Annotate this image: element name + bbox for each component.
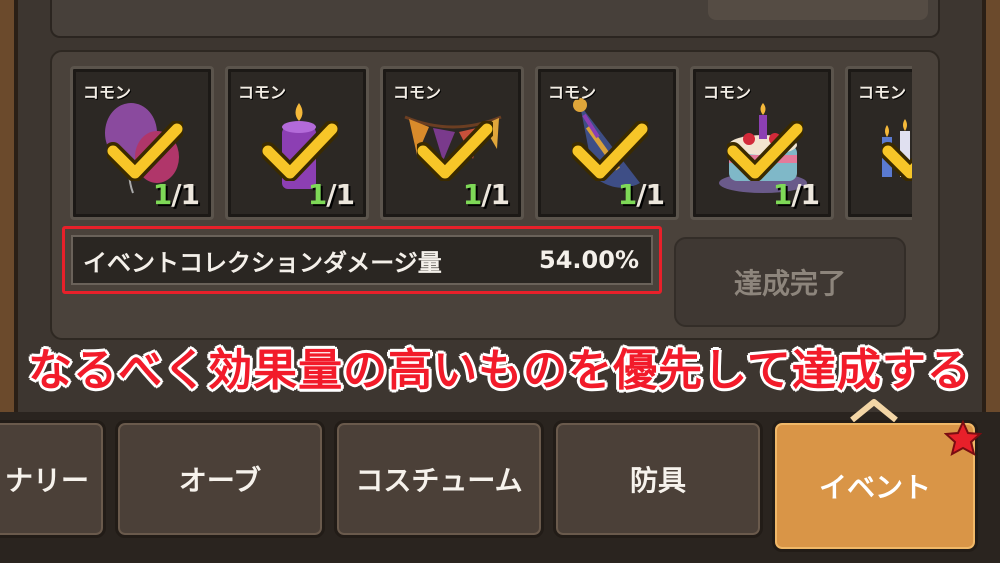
tab-label: ナリー bbox=[4, 464, 89, 497]
rarity-label: コモン bbox=[548, 83, 597, 102]
collection-item-party-hat[interactable]: コモン 1/1 bbox=[535, 66, 679, 220]
tab-label: コスチューム bbox=[355, 464, 523, 497]
count-max: /1 bbox=[791, 178, 820, 211]
collection-item-candles[interactable]: コモン bbox=[845, 66, 912, 220]
check-icon bbox=[262, 121, 338, 181]
stat-label: イベントコレクションダメージ量 bbox=[83, 248, 442, 277]
caption: なるべく効果量の高いものを優先して達成する bbox=[20, 336, 980, 396]
item-count: 1/1 bbox=[462, 178, 510, 211]
item-count: 1/1 bbox=[307, 178, 355, 211]
check-icon bbox=[417, 121, 493, 181]
upper-panel bbox=[50, 0, 940, 38]
check-icon bbox=[107, 121, 183, 181]
count-current: 1 bbox=[617, 178, 638, 211]
tab-label: 防具 bbox=[629, 464, 686, 497]
collection-item-balloons[interactable]: コモン 1/1 bbox=[70, 66, 214, 220]
rarity-label: コモン bbox=[858, 83, 907, 102]
tab-nari[interactable]: ナリー bbox=[0, 420, 106, 538]
count-current: 1 bbox=[152, 178, 173, 211]
complete-button[interactable]: 達成完了 bbox=[674, 237, 906, 327]
tab-label: イベント bbox=[818, 471, 931, 504]
count-max: /1 bbox=[326, 178, 355, 211]
chevron-up-icon bbox=[850, 399, 898, 422]
count-current: 1 bbox=[772, 178, 793, 211]
tab-costume[interactable]: コスチューム bbox=[334, 420, 544, 538]
item-count: 1/1 bbox=[617, 178, 665, 211]
rarity-label: コモン bbox=[238, 83, 287, 102]
check-icon bbox=[727, 121, 803, 181]
count-current: 1 bbox=[462, 178, 483, 211]
upper-button[interactable] bbox=[708, 0, 928, 20]
count-max: /1 bbox=[171, 178, 200, 211]
caption-text: なるべく効果量の高いものを優先して達成する bbox=[28, 345, 972, 396]
rarity-label: コモン bbox=[83, 83, 132, 102]
stat-highlight: イベントコレクションダメージ量 54.00% bbox=[62, 226, 662, 294]
rarity-label: コモン bbox=[393, 83, 442, 102]
complete-button-label: 達成完了 bbox=[733, 267, 846, 300]
rarity-label: コモン bbox=[703, 83, 752, 102]
count-max: /1 bbox=[481, 178, 510, 211]
tab-armor[interactable]: 防具 bbox=[553, 420, 763, 538]
collection-item-candle[interactable]: コモン 1/1 bbox=[225, 66, 369, 220]
count-max: /1 bbox=[636, 178, 665, 211]
check-icon bbox=[572, 121, 648, 181]
tab-label: オーブ bbox=[178, 464, 262, 497]
check-icon bbox=[882, 142, 912, 181]
collection-items: コモン 1/1 コモン 1/1 コモン 1/1 コモン 1/1 コモン 1/1 … bbox=[70, 66, 912, 220]
item-count: 1/1 bbox=[772, 178, 820, 211]
collection-item-bunting[interactable]: コモン 1/1 bbox=[380, 66, 524, 220]
count-current: 1 bbox=[307, 178, 328, 211]
tab-orb[interactable]: オーブ bbox=[115, 420, 325, 538]
collection-damage-stat: イベントコレクションダメージ量 54.00% bbox=[71, 235, 653, 285]
star-badge-icon bbox=[944, 420, 982, 456]
item-count: 1/1 bbox=[152, 178, 200, 211]
collection-item-cake[interactable]: コモン 1/1 bbox=[690, 66, 834, 220]
stat-value: 54.00% bbox=[539, 246, 639, 274]
